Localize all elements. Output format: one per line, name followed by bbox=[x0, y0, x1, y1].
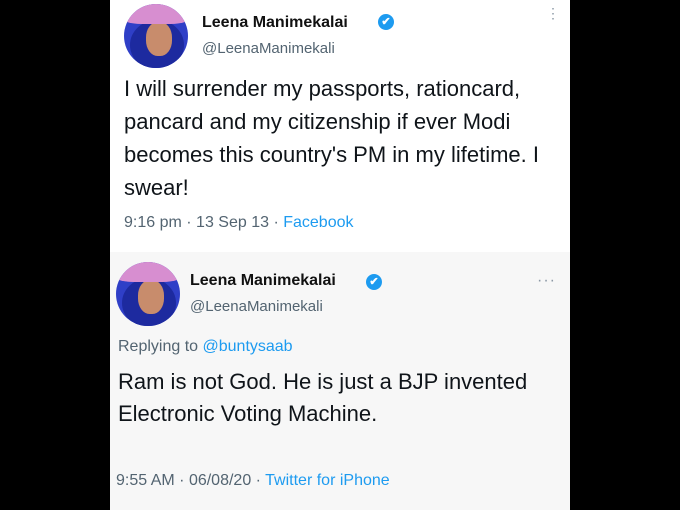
user-handle[interactable]: @LeenaManimekali bbox=[202, 40, 335, 57]
more-options-icon[interactable]: ⋮ bbox=[546, 6, 560, 20]
more-options-icon[interactable]: ··· bbox=[537, 272, 556, 290]
display-name[interactable]: Leena Manimekalai bbox=[202, 14, 348, 32]
meta-separator: · bbox=[179, 472, 185, 489]
avatar[interactable] bbox=[124, 4, 188, 68]
meta-separator: · bbox=[255, 472, 261, 489]
tweet-card-1[interactable]: Leena Manimekalai ✔ @LeenaManimekali ⋮ I… bbox=[110, 0, 570, 252]
tweet-meta: 9:16 pm · 13 Sep 13 · Facebook bbox=[124, 214, 354, 232]
user-handle[interactable]: @LeenaManimekali bbox=[190, 298, 323, 315]
avatar-face bbox=[138, 280, 164, 314]
tweet-card-2[interactable]: Leena Manimekalai ✔ @LeenaManimekali ···… bbox=[110, 252, 570, 510]
display-name[interactable]: Leena Manimekalai bbox=[190, 272, 336, 290]
avatar[interactable] bbox=[116, 262, 180, 326]
avatar-hat bbox=[124, 4, 188, 24]
avatar-face bbox=[146, 22, 172, 56]
verified-badge-icon: ✔ bbox=[378, 14, 394, 30]
meta-separator: · bbox=[273, 214, 279, 231]
tweet-time[interactable]: 9:16 pm bbox=[124, 214, 182, 231]
avatar-hat bbox=[116, 262, 180, 282]
tweet-text: I will surrender my passports, rationcar… bbox=[124, 76, 539, 200]
tweet-source-link[interactable]: Facebook bbox=[283, 214, 353, 231]
tweet-meta: 9:55 AM · 06/08/20 · Twitter for iPhone bbox=[116, 472, 390, 490]
tweet-text: Ram is not God. He is just a BJP invente… bbox=[118, 369, 528, 426]
reply-mention-link[interactable]: @buntysaab bbox=[203, 338, 293, 355]
verified-badge-icon: ✔ bbox=[366, 274, 382, 290]
tweet-source-link[interactable]: Twitter for iPhone bbox=[265, 472, 390, 489]
tweet-date[interactable]: 13 Sep 13 bbox=[196, 214, 269, 231]
screenshot-canvas: Leena Manimekalai ✔ @LeenaManimekali ⋮ I… bbox=[110, 0, 570, 510]
tweet-time[interactable]: 9:55 AM bbox=[116, 472, 175, 489]
replying-to: Replying to @buntysaab bbox=[118, 338, 293, 356]
replying-prefix: Replying to bbox=[118, 338, 199, 355]
tweet-date[interactable]: 06/08/20 bbox=[189, 472, 251, 489]
meta-separator: · bbox=[186, 214, 192, 231]
